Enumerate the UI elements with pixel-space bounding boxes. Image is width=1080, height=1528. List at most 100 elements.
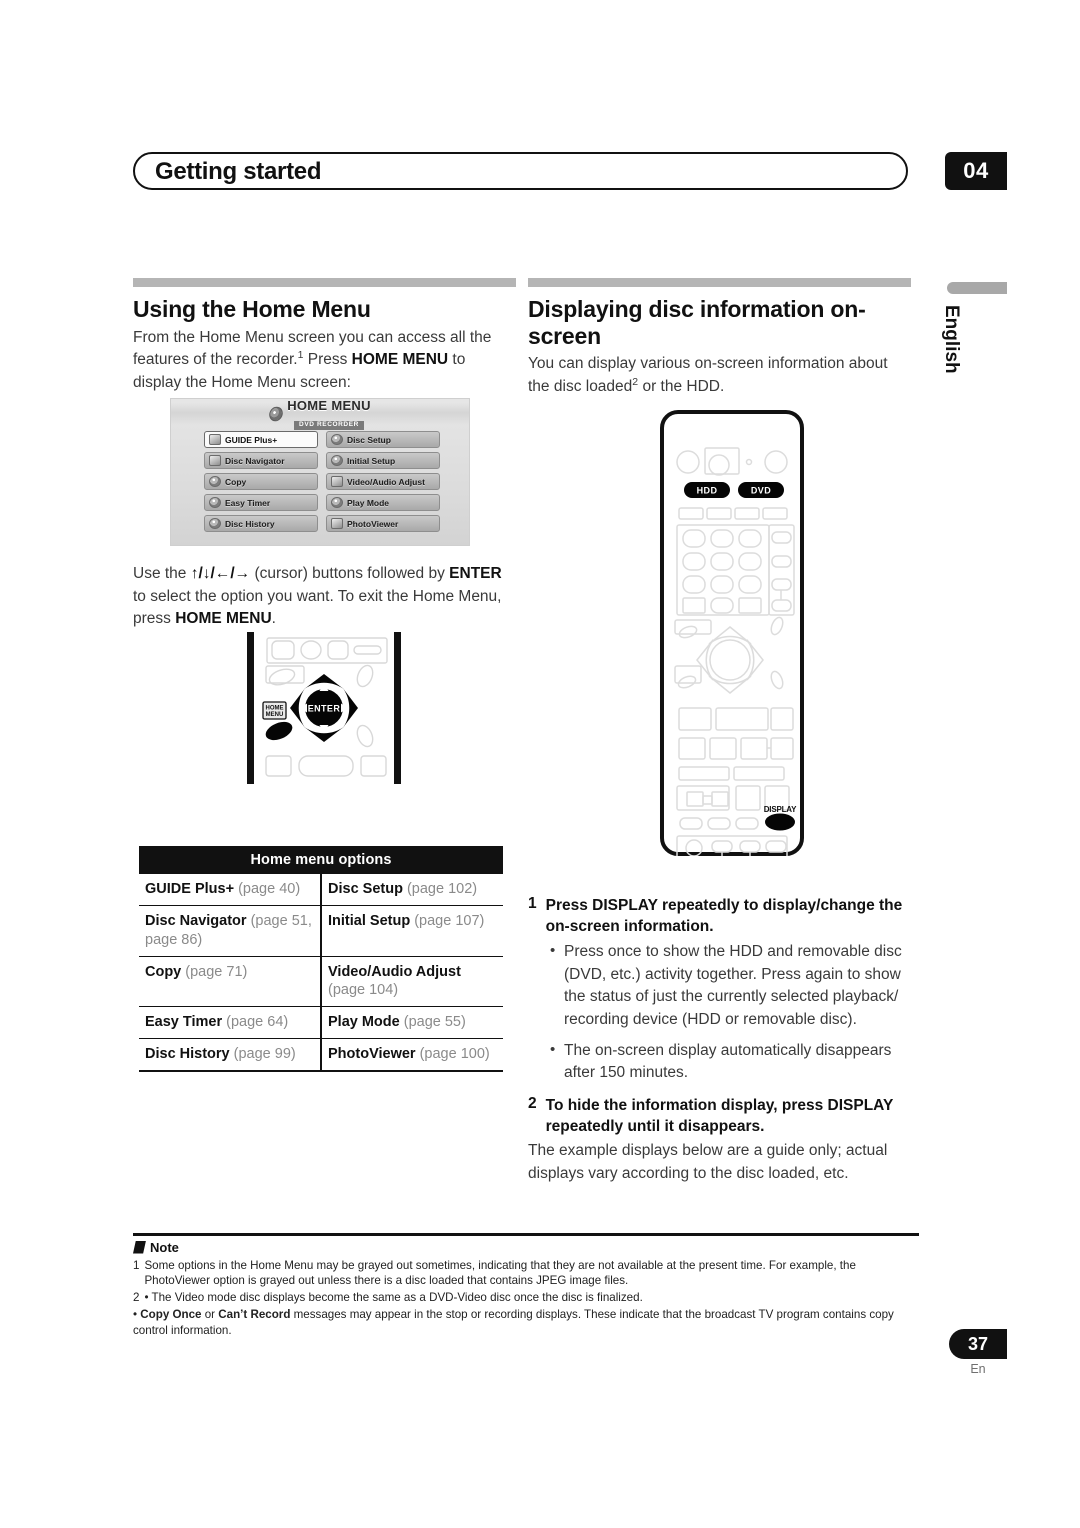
copy-icon [209, 476, 221, 487]
table-cell: Play Mode (page 55) [321, 1006, 503, 1040]
osd-title-main: HOME MENU [287, 398, 371, 413]
option-page-ref: (page 100) [415, 1046, 490, 1063]
list-item: Press once to show the HDD and removable… [550, 940, 918, 1032]
osd-item-label: Easy Timer [225, 497, 271, 508]
note-sub-text: • Copy Once or Can’t Record messages may… [133, 1307, 919, 1339]
note-index: 1 [133, 1258, 140, 1272]
notes-divider [133, 1233, 919, 1236]
intro-right-line-2a: disc loaded [553, 377, 633, 395]
option-name: Disc History [145, 1046, 230, 1063]
note-text: • The Video mode disc displays become th… [144, 1291, 643, 1305]
notes-title: Note [150, 1239, 179, 1255]
table-cell: Video/Audio Adjust (page 104) [321, 956, 503, 1008]
side-tab-language-label: English [941, 305, 962, 374]
timer-icon [209, 497, 221, 508]
step-1-number: 1 [528, 895, 537, 912]
option-page-ref: (page 40) [234, 881, 301, 897]
disc-icon [331, 434, 343, 445]
note-flag-icon [133, 1240, 146, 1254]
note-text: Some options in the Home Menu may be gra… [144, 1258, 856, 1288]
home-menu-key-line1: HOME [266, 706, 284, 712]
home-menu-button-ref: HOME MENU [351, 351, 449, 369]
notes-section: Note 1 Some options in the Home Menu may… [133, 1233, 919, 1339]
intro-paragraph-left: From the Home Menu screen you can access… [133, 327, 516, 395]
history-icon [209, 518, 221, 529]
table-row: Disc Navigator (page 51, page 86) Initia… [139, 905, 503, 957]
note-index: 2 [133, 1291, 140, 1305]
osd-item-play-mode[interactable]: Play Mode [326, 494, 440, 511]
svg-text:HDD: HDD [697, 486, 718, 496]
side-tab-bar [947, 282, 1007, 294]
setup-icon [331, 455, 343, 466]
step-2-number: 2 [528, 1094, 537, 1112]
table-row: Disc History (page 99) PhotoViewer (page… [139, 1038, 503, 1072]
osd-item-label: PhotoViewer [347, 518, 399, 529]
cursor-text-1: Use the [133, 565, 191, 582]
page-header: Getting started [133, 152, 908, 190]
osd-item-easy-timer[interactable]: Easy Timer [204, 494, 318, 511]
cursor-arrows: ↑/↓/←/→ [190, 565, 251, 582]
osd-menu-grid: GUIDE Plus+ Disc Setup Disc Navigator In… [204, 431, 440, 532]
page-title: Getting started [155, 158, 322, 185]
note-item: 2 • The Video mode disc displays become … [133, 1290, 919, 1306]
photo-icon [331, 518, 343, 529]
option-name: Easy Timer [145, 1014, 223, 1031]
table-cell: GUIDE Plus+ (page 40) [139, 874, 322, 906]
note-sub-item: • Copy Once or Can’t Record messages may… [133, 1307, 919, 1339]
osd-item-copy[interactable]: Copy [204, 473, 318, 490]
osd-item-disc-setup[interactable]: Disc Setup [326, 431, 440, 448]
navigator-icon [209, 455, 221, 466]
intro-paragraph-right: You can display various on-screen inform… [528, 353, 911, 398]
remote-control-display-diagram: HDD DVD DISPLAY [658, 408, 806, 861]
table-cell: Initial Setup (page 107) [321, 905, 503, 957]
cursor-instruction-text: Use the ↑/↓/←/→ (cursor) buttons followe… [133, 563, 518, 631]
option-name: GUIDE Plus+ [145, 881, 235, 897]
option-name: Play Mode [328, 1014, 400, 1031]
display-button [765, 813, 795, 831]
table-row: GUIDE Plus+ (page 40) Disc Setup (page 1… [139, 874, 503, 906]
osd-item-disc-navigator[interactable]: Disc Navigator [204, 452, 318, 469]
list-item: The on-screen display automatically disa… [550, 1039, 918, 1085]
left-column: Using the Home Menu From the Home Menu s… [133, 278, 516, 401]
cursor-instruction-block: Use the ↑/↓/←/→ (cursor) buttons followe… [133, 563, 518, 637]
option-page-ref: (page 64) [222, 1014, 289, 1031]
option-name: Disc Setup [328, 881, 403, 897]
osd-item-disc-history[interactable]: Disc History [204, 515, 318, 532]
osd-item-label: Disc Navigator [225, 455, 285, 466]
osd-item-label: GUIDE Plus+ [225, 434, 278, 445]
play-icon [331, 497, 343, 508]
page-number-badge: 37 [949, 1329, 1007, 1359]
intro-right-line-2b: or the HDD. [638, 377, 725, 395]
chapter-badge: 04 [945, 152, 1007, 190]
option-name: Copy [145, 963, 182, 980]
table-cell: Copy (page 71) [139, 956, 322, 1008]
table-cell: Disc Setup (page 102) [321, 874, 503, 906]
option-name: Disc Navigator [145, 912, 247, 929]
heading-line-2: screen [528, 322, 601, 349]
osd-item-video-audio-adjust[interactable]: Video/Audio Adjust [326, 473, 440, 490]
table-cell: Disc Navigator (page 51, page 86) [139, 905, 322, 957]
osd-title-text: HOME MENU DVD RECORDER [287, 398, 371, 430]
step-1-text: Press DISPLAY repeatedly to display/chan… [545, 897, 903, 936]
osd-item-guide-plus[interactable]: GUIDE Plus+ [204, 431, 318, 448]
section-heading-displaying-disc-info: Displaying disc information on- screen [528, 296, 911, 349]
option-page-ref: (page 107) [410, 912, 485, 929]
option-page-ref: (page 71) [181, 963, 248, 980]
step-2-body: The example displays below are a guide o… [528, 1142, 888, 1182]
step-1: 1 Press DISPLAY repeatedly to display/ch… [528, 895, 918, 937]
right-column: Displaying disc information on- screen Y… [528, 278, 911, 405]
instruction-steps: 1 Press DISPLAY repeatedly to display/ch… [528, 895, 918, 1191]
osd-item-label: Copy [225, 476, 247, 487]
adjust-icon [331, 476, 343, 487]
option-page-ref: (page 55) [399, 1014, 466, 1031]
option-name: Video/Audio Adjust [328, 963, 461, 980]
intro-line-1: From the Home Menu screen you can access… [133, 328, 492, 346]
osd-item-initial-setup[interactable]: Initial Setup [326, 452, 440, 469]
home-menu-screenshot: HOME MENU DVD RECORDER GUIDE Plus+ Disc … [170, 398, 470, 546]
osd-item-photoviewer[interactable]: PhotoViewer [326, 515, 440, 532]
heading-line-1: Displaying disc information on- [528, 296, 866, 322]
osd-item-label: Video/Audio Adjust [347, 476, 425, 487]
guide-icon [209, 434, 221, 445]
step-1-bullets: Press once to show the HDD and removable… [528, 940, 918, 1085]
svg-text:DISPLAY: DISPLAY [764, 805, 797, 814]
